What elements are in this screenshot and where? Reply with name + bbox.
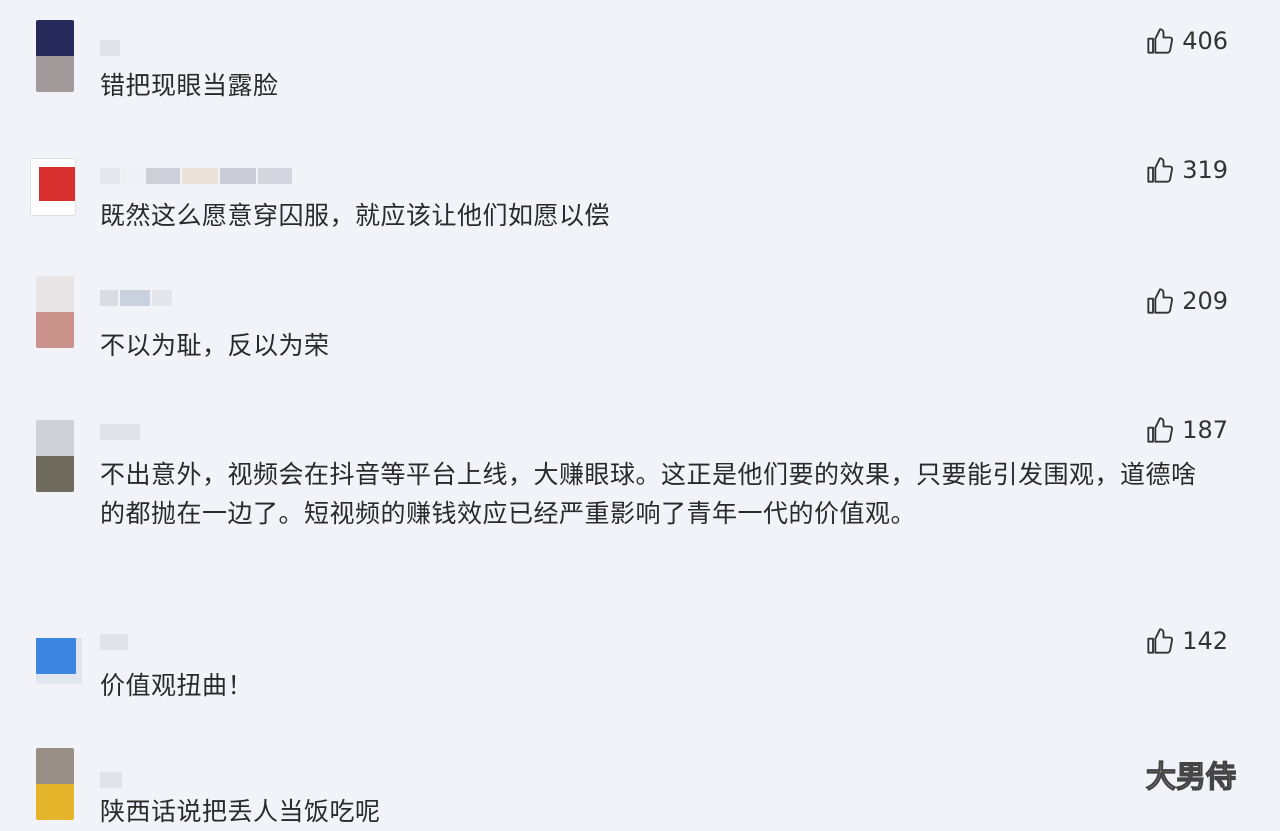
comment-text: 不出意外，视频会在抖音等平台上线，大赚眼球。这正是他们要的效果，只要能引发围观，… (100, 460, 1197, 528)
username-blurred[interactable] (100, 290, 172, 306)
like-button[interactable]: 319 (1146, 155, 1228, 185)
like-count: 319 (1182, 156, 1228, 184)
comment-text: 价值观扭曲！ (100, 671, 254, 700)
like-button[interactable]: 406 (1146, 26, 1228, 56)
avatar[interactable] (36, 748, 74, 820)
avatar[interactable] (36, 276, 74, 348)
avatar[interactable] (36, 20, 74, 92)
comment-text: 不以为耻，反以为荣 (100, 331, 330, 360)
like-count: 142 (1182, 627, 1228, 655)
comment-text: 错把现眼当露脸 (100, 71, 279, 100)
thumbs-up-icon (1147, 628, 1174, 654)
avatar[interactable] (36, 632, 82, 684)
like-button[interactable]: 209 (1146, 286, 1228, 316)
like-count: 209 (1182, 287, 1228, 315)
username-blurred[interactable] (100, 772, 122, 788)
like-button[interactable]: 142 (1146, 626, 1228, 656)
username-blurred[interactable] (100, 168, 292, 184)
avatar[interactable] (36, 420, 74, 492)
like-count: 406 (1182, 27, 1228, 55)
like-count: 187 (1182, 416, 1228, 444)
comment-text: 陕西话说把丢人当饭吃呢 (100, 797, 381, 826)
thumbs-up-icon (1147, 157, 1174, 183)
avatar[interactable] (30, 158, 76, 216)
like-button[interactable]: 187 (1146, 415, 1228, 445)
thumbs-up-icon (1147, 28, 1174, 54)
comment-text: 既然这么愿意穿囚服，就应该让他们如愿以偿 (100, 201, 611, 230)
username-blurred[interactable] (100, 424, 140, 440)
username-blurred[interactable] (100, 634, 128, 650)
thumbs-up-icon (1147, 288, 1174, 314)
watermark-logo: 大男侍 (1145, 759, 1236, 795)
username-blurred[interactable] (100, 40, 120, 56)
thumbs-up-icon (1147, 417, 1174, 443)
